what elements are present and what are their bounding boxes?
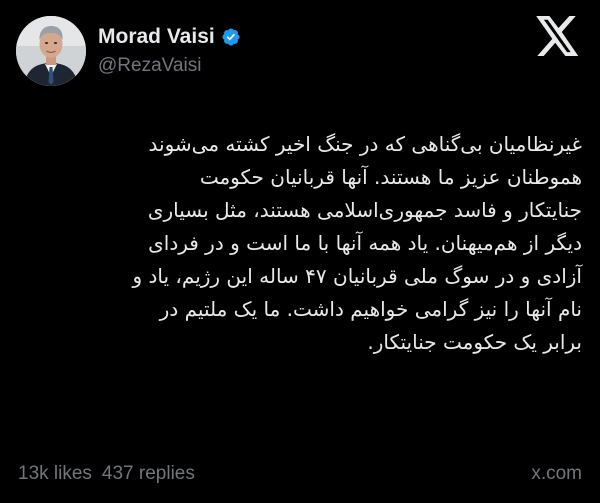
tweet-header: Morad Vaisi @RezaVaisi [16,12,584,90]
source-domain[interactable]: x.com [531,463,582,485]
tweet-footer: 13k likes 437 replies x.com [18,460,582,488]
display-name[interactable]: Morad Vaisi [98,25,215,49]
replies-count[interactable]: 437 replies [102,463,195,485]
tweet-card: Morad Vaisi @RezaVaisi غیرنظامیان بی‌گنا… [0,0,600,503]
x-logo-icon[interactable] [536,16,580,56]
avatar[interactable] [16,16,86,86]
author-handle[interactable]: @RezaVaisi [98,55,241,77]
name-row: Morad Vaisi [98,25,241,49]
tweet-text: غیرنظامیان بی‌گناهی که در جنگ اخیر کشته … [132,132,582,354]
author-names: Morad Vaisi @RezaVaisi [98,25,241,77]
verified-badge-icon [221,27,241,47]
likes-count[interactable]: 13k likes [18,463,92,485]
